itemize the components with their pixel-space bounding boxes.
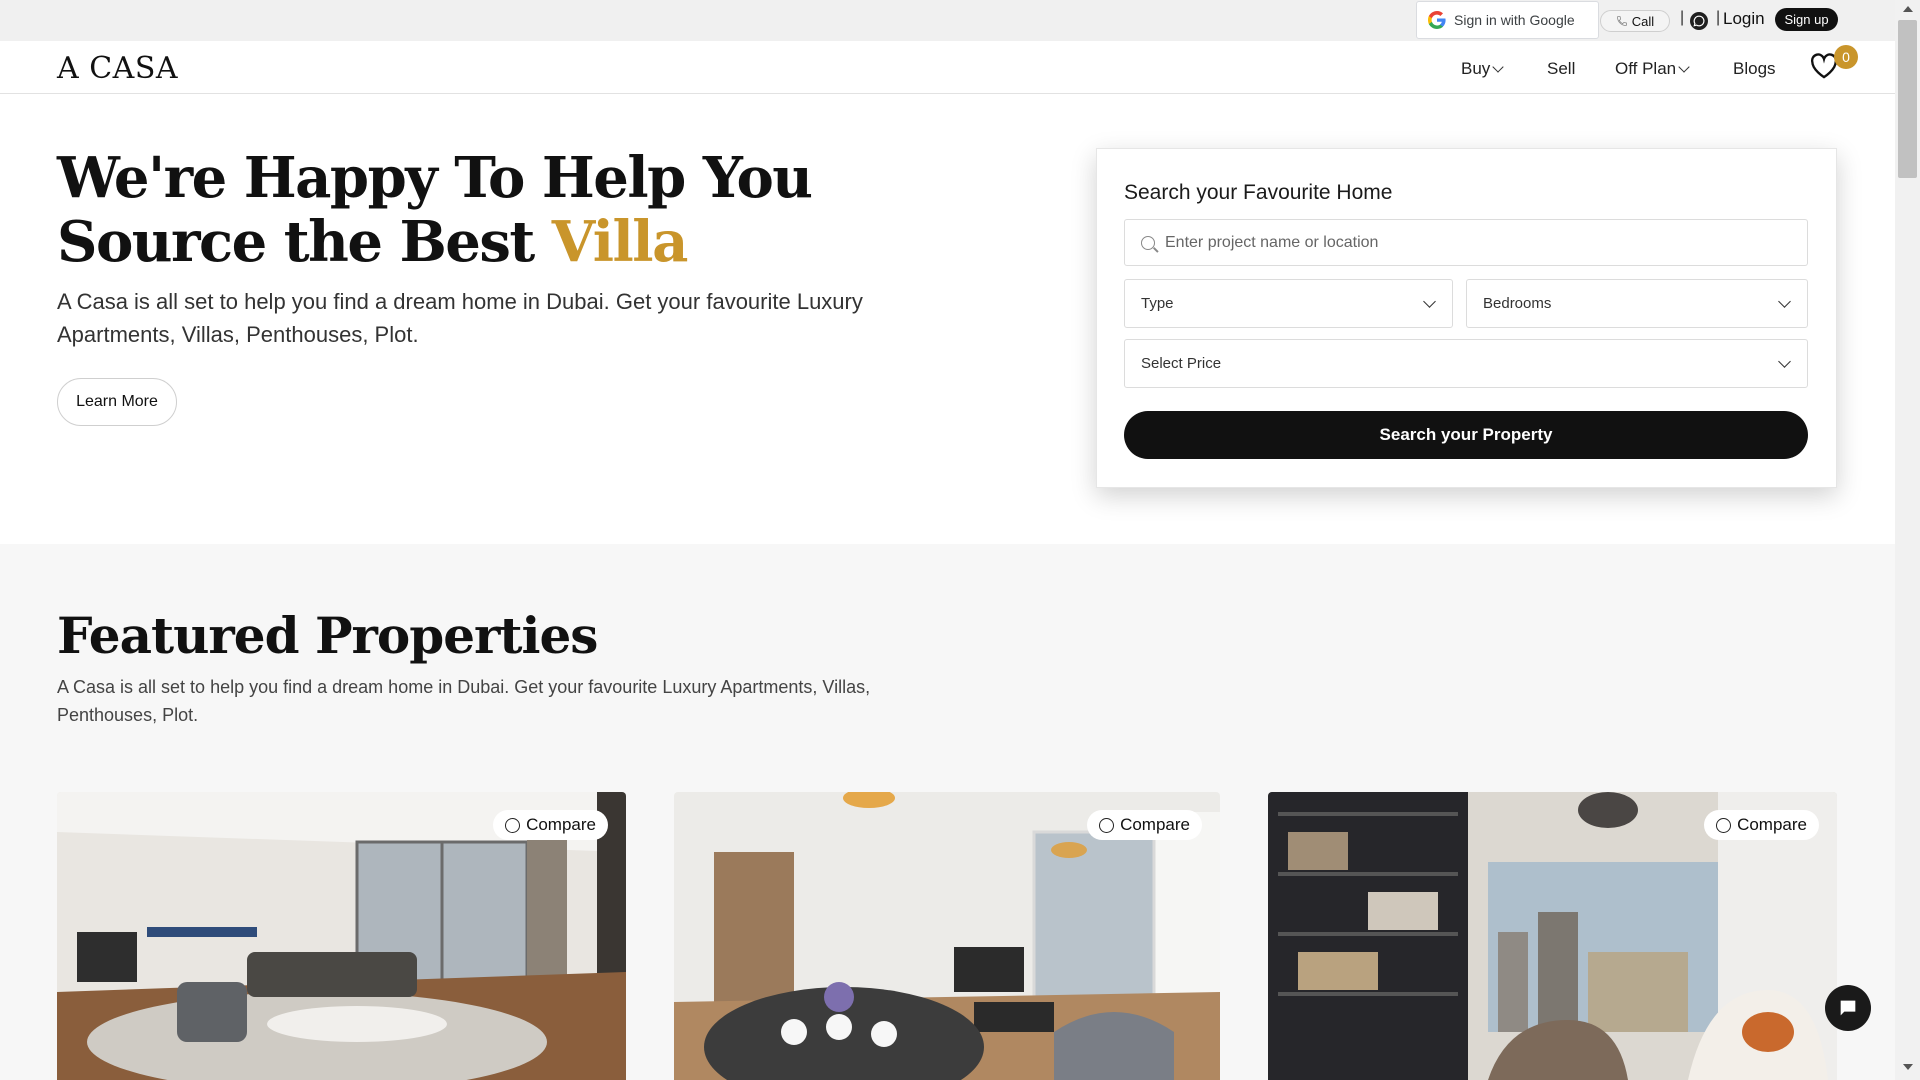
chevron-down-icon <box>1492 61 1504 73</box>
price-select[interactable]: Select Price <box>1124 339 1808 388</box>
bedrooms-select[interactable]: Bedrooms <box>1466 279 1808 328</box>
chevron-down-icon <box>1678 61 1690 73</box>
learn-more-button[interactable]: Learn More <box>57 378 177 426</box>
chevron-down-icon <box>1778 295 1791 308</box>
featured-properties-section: Featured Properties A Casa is all set to… <box>0 544 1895 1080</box>
search-property-button[interactable]: Search your Property <box>1124 411 1808 459</box>
compare-toggle[interactable]: Compare <box>493 810 608 840</box>
nav-item-blogs[interactable]: Blogs <box>1733 59 1776 79</box>
search-card-title: Search your Favourite Home <box>1124 181 1393 204</box>
hero-title: We're Happy To Help You Source the Best … <box>57 146 957 274</box>
property-card[interactable]: Compare <box>57 792 626 1080</box>
chat-button[interactable] <box>1825 985 1871 1031</box>
nav-item-label: Off Plan <box>1615 59 1677 78</box>
nav-item-sell[interactable]: Sell <box>1547 59 1575 79</box>
whatsapp-icon[interactable] <box>1690 12 1708 30</box>
hero-title-main: We're Happy To Help You Source the Best <box>57 145 813 275</box>
property-card[interactable]: Compare <box>674 792 1220 1080</box>
compare-label: Compare <box>1120 815 1190 834</box>
radio-icon <box>505 817 521 833</box>
google-signin-button[interactable]: Sign in with Google <box>1416 1 1599 39</box>
divider: | <box>1680 9 1685 26</box>
featured-title: Featured Properties <box>57 606 598 665</box>
wishlist-count-badge: 0 <box>1834 45 1858 69</box>
bedrooms-select-label: Bedrooms <box>1483 295 1552 312</box>
type-select[interactable]: Type <box>1124 279 1453 328</box>
phone-icon <box>1616 16 1627 26</box>
compare-label: Compare <box>1737 815 1807 834</box>
search-icon <box>1141 235 1155 250</box>
compare-label: Compare <box>526 815 596 834</box>
property-card[interactable]: Compare <box>1268 792 1837 1080</box>
scrollbar-thumb[interactable] <box>1898 20 1917 178</box>
hero-description: A Casa is all set to help you find a dre… <box>57 289 863 347</box>
hero-title-accent: Villa <box>551 209 689 275</box>
scroll-down-arrow-icon[interactable] <box>1903 1064 1913 1070</box>
call-label: Call <box>1631 13 1655 29</box>
radio-icon <box>1099 817 1115 833</box>
type-select-label: Type <box>1141 295 1174 312</box>
nav-item-label: Sell <box>1547 59 1576 78</box>
call-button[interactable]: Call <box>1600 10 1670 32</box>
google-icon <box>1428 11 1446 29</box>
search-card: Search your Favourite Home Type Bedrooms… <box>1096 148 1837 488</box>
nav-item-label: Blogs <box>1733 59 1776 78</box>
chevron-down-icon <box>1778 355 1791 368</box>
google-signin-label: Sign in with Google <box>1454 12 1575 28</box>
signup-button[interactable]: Sign up <box>1775 8 1838 31</box>
chevron-down-icon <box>1423 295 1436 308</box>
search-field-wrapper[interactable] <box>1124 219 1808 266</box>
nav-item-label: Buy <box>1461 59 1491 78</box>
radio-icon <box>1716 817 1732 833</box>
login-link[interactable]: Login <box>1723 9 1765 29</box>
scroll-up-arrow-icon[interactable] <box>1903 6 1913 12</box>
main-navigation: A CASA Buy Sell Off Plan Blogs 0 <box>0 41 1895 94</box>
nav-item-off-plan[interactable]: Off Plan <box>1615 59 1690 79</box>
featured-description: A Casa is all set to help you find a dre… <box>57 677 871 725</box>
top-utility-bar: Sign in with Google Call | | Login Sign … <box>0 0 1895 41</box>
search-input[interactable] <box>1165 233 1765 252</box>
nav-item-buy[interactable]: Buy <box>1461 59 1504 79</box>
chat-bubble-icon <box>1840 1000 1856 1016</box>
price-select-label: Select Price <box>1141 355 1222 372</box>
site-logo[interactable]: A CASA <box>57 51 178 86</box>
divider: | <box>1716 9 1721 26</box>
compare-toggle[interactable]: Compare <box>1704 810 1819 840</box>
compare-toggle[interactable]: Compare <box>1087 810 1202 840</box>
